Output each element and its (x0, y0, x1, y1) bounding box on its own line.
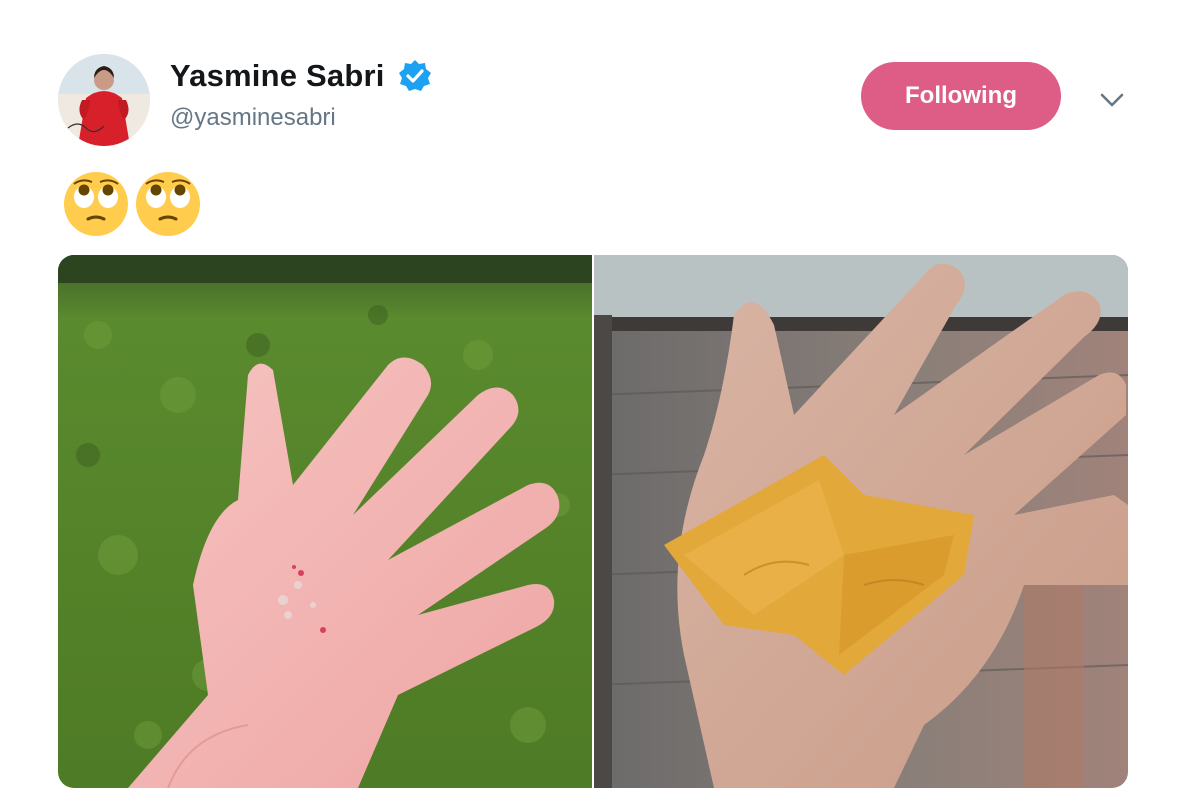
tweet-text (62, 170, 202, 238)
author-info: Yasmine Sabri @yasminesabri (170, 58, 433, 132)
photo-hand-with-blisters[interactable] (58, 255, 592, 788)
display-name[interactable]: Yasmine Sabri (170, 58, 385, 94)
face-with-rolling-eyes-emoji (62, 170, 130, 238)
handle[interactable]: @yasminesabri (170, 104, 433, 132)
avatar[interactable] (58, 54, 150, 146)
chevron-down-icon[interactable] (1096, 86, 1128, 114)
media-grid (58, 255, 1128, 788)
tweet-card: Yasmine Sabri @yasminesabri Following (0, 0, 1200, 810)
following-button[interactable]: Following (861, 62, 1061, 130)
verified-badge-icon (397, 58, 433, 94)
photo-hand-with-bandage[interactable] (594, 255, 1128, 788)
face-with-rolling-eyes-emoji (134, 170, 202, 238)
